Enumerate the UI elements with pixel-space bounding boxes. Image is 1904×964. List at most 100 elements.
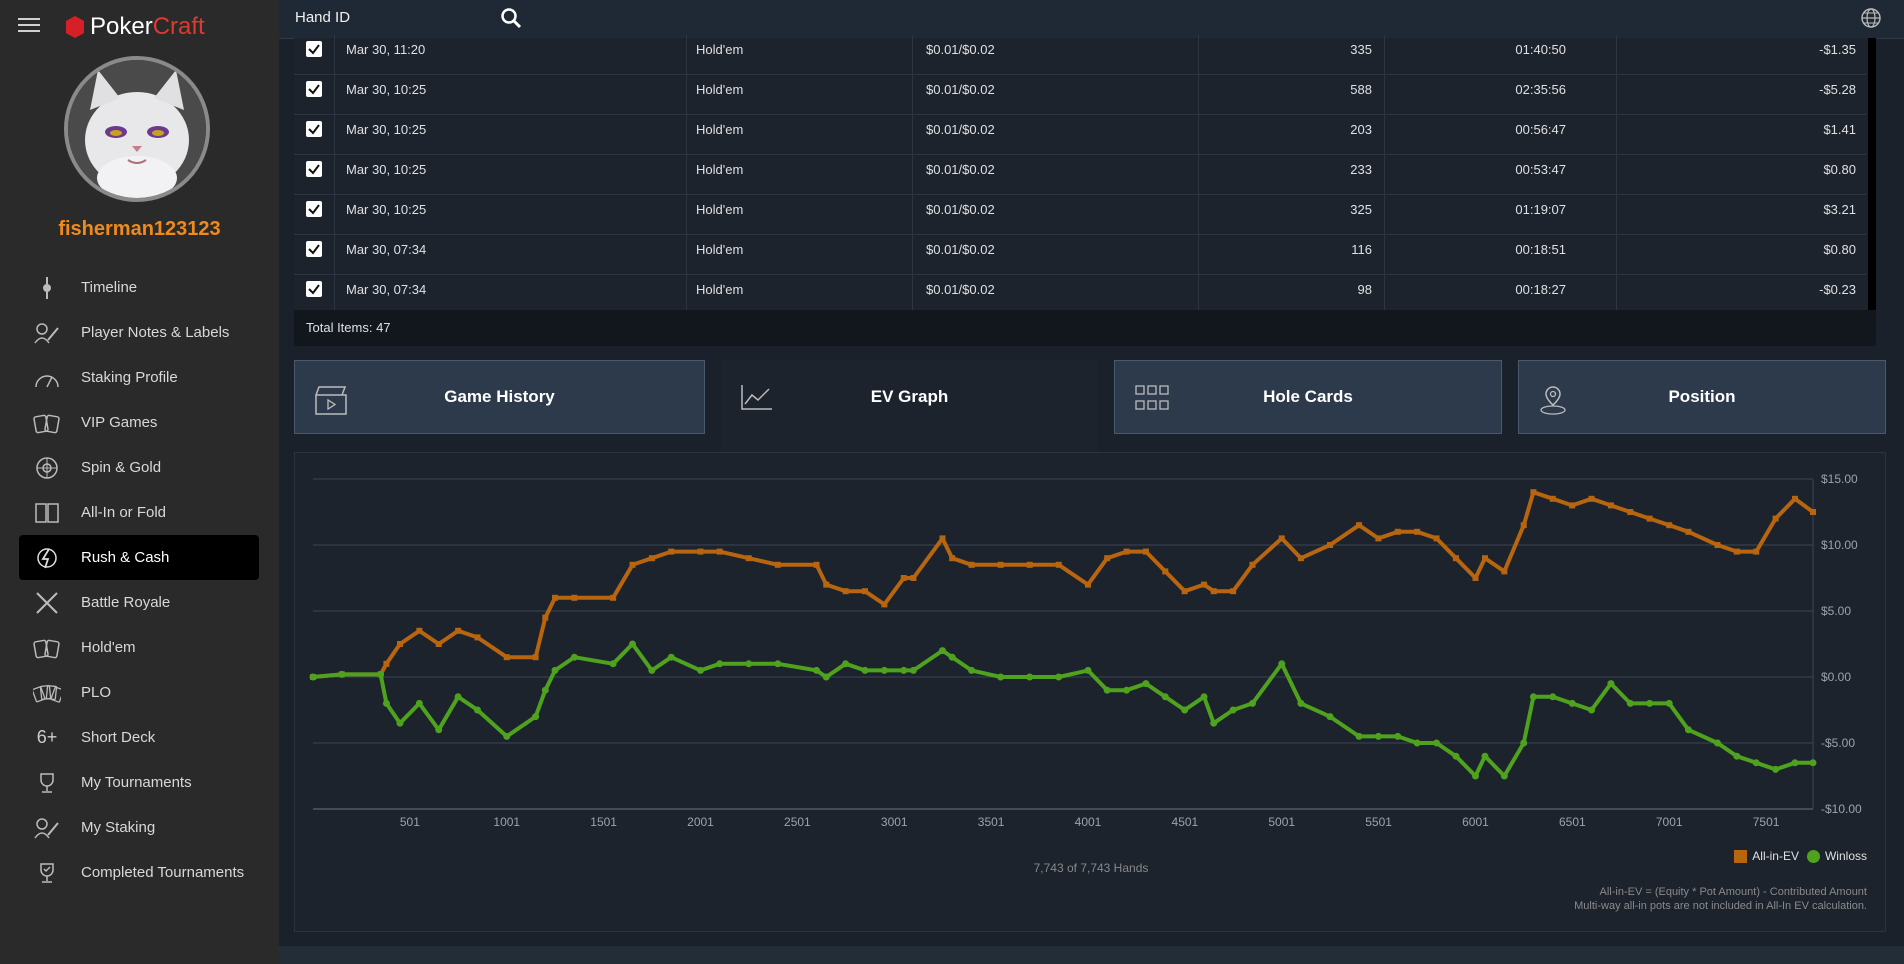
sidebar-item-label: My Staking	[81, 819, 156, 836]
point-winloss	[1297, 699, 1305, 707]
point-allin-ev	[1278, 535, 1285, 542]
hand-id-search-input[interactable]: Hand ID	[295, 9, 350, 26]
legend-label-allin-ev[interactable]: All-in-EV	[1752, 849, 1799, 863]
sidebar-item-my-tournaments[interactable]: My Tournaments	[19, 760, 259, 805]
row-checkbox[interactable]	[306, 41, 322, 57]
point-allin-ev	[1104, 555, 1111, 562]
sidebar-item-timeline[interactable]: Timeline	[19, 265, 259, 310]
completed-trophy-icon	[33, 861, 61, 885]
cell-game: Hold'em	[696, 162, 744, 177]
point-winloss	[1713, 739, 1721, 747]
point-winloss	[1607, 680, 1615, 688]
table-row[interactable]: Mar 30, 07:34 Hold'em $0.01/$0.02 116 00:18:…	[294, 235, 1866, 275]
point-winloss	[1084, 666, 1092, 674]
my-staking-icon	[33, 816, 61, 840]
row-checkbox[interactable]	[306, 241, 322, 257]
point-winloss	[880, 666, 888, 674]
sidebar-item-short-deck[interactable]: 6+ Short Deck	[19, 715, 259, 760]
x-tick-label: 6501	[1559, 815, 1586, 829]
row-checkbox[interactable]	[306, 201, 322, 217]
game-history-icon	[315, 385, 347, 420]
search-icon[interactable]	[500, 7, 522, 34]
point-allin-ev	[1249, 561, 1256, 568]
sidebar-item-rush-cash[interactable]: Rush & Cash	[19, 535, 259, 580]
legend-label-winloss[interactable]: Winloss	[1825, 849, 1867, 863]
point-allin-ev	[1753, 548, 1760, 555]
tab-position[interactable]: Position	[1518, 360, 1886, 434]
point-allin-ev	[1530, 489, 1537, 496]
point-winloss	[696, 666, 704, 674]
point-winloss	[503, 732, 511, 740]
point-allin-ev	[571, 594, 578, 601]
point-allin-ev	[774, 561, 781, 568]
sidebar-item-vip-games[interactable]: VIP Games	[19, 400, 259, 445]
sidebar-item-plo[interactable]: PLO	[19, 670, 259, 715]
point-allin-ev	[1201, 581, 1208, 588]
table-row[interactable]: Mar 30, 10:25 Hold'em $0.01/$0.02 325 01:19:…	[294, 195, 1866, 235]
tab-hole-cards[interactable]: Hole Cards	[1114, 360, 1502, 434]
table-row[interactable]: Mar 30, 10:25 Hold'em $0.01/$0.02 233 00:53:…	[294, 155, 1866, 195]
point-winloss	[1481, 752, 1489, 760]
sidebar-item-label: Spin & Gold	[81, 459, 162, 476]
cell-result: -$0.23	[1819, 282, 1856, 297]
point-allin-ev	[1375, 535, 1382, 542]
sidebar-item-battle-royale[interactable]: Battle Royale	[19, 580, 259, 625]
cell-result: $0.80	[1823, 242, 1856, 257]
table-scrollbar[interactable]	[1868, 38, 1876, 310]
cell-result: -$1.35	[1819, 42, 1856, 57]
point-allin-ev	[1414, 528, 1421, 535]
point-allin-ev	[900, 575, 907, 581]
sidebar-item-allin-fold[interactable]: All-In or Fold	[19, 490, 259, 535]
point-winloss	[968, 666, 976, 674]
point-winloss	[1684, 726, 1692, 734]
point-allin-ev	[1181, 588, 1188, 595]
table-row[interactable]: Mar 30, 07:34 Hold'em $0.01/$0.02 98 00:18:2…	[294, 275, 1866, 315]
row-checkbox[interactable]	[306, 161, 322, 177]
top-bar: Hand ID	[279, 0, 1904, 39]
tab-game-history[interactable]: Game History	[294, 360, 705, 434]
cat-avatar-icon	[68, 60, 206, 198]
point-winloss	[1374, 732, 1382, 740]
globe-icon[interactable]	[1860, 7, 1882, 34]
cell-stakes: $0.01/$0.02	[926, 162, 995, 177]
x-tick-label: 7501	[1753, 815, 1780, 829]
table-row[interactable]: Mar 30, 11:20 Hold'em $0.01/$0.02 335 01:40:…	[294, 35, 1866, 75]
tab-ev-graph[interactable]: EV Graph	[721, 360, 1098, 452]
point-winloss	[1626, 699, 1634, 707]
sidebar-item-my-staking[interactable]: My Staking	[19, 805, 259, 850]
series-line-winloss	[312, 642, 1813, 778]
point-allin-ev	[1055, 561, 1062, 568]
ev-footnote: All-in-EV = (Equity * Pot Amount) - Cont…	[1574, 885, 1867, 913]
point-winloss	[1568, 699, 1576, 707]
sidebar-item-holdem[interactable]: Hold'em	[19, 625, 259, 670]
ev-line-chart[interactable]: $15.00 $10.00 $5.00 $0.00 -$5.00 -$10.00 501 10…	[295, 453, 1885, 843]
sidebar-item-spin-gold[interactable]: Spin & Gold	[19, 445, 259, 490]
point-allin-ev	[610, 594, 617, 601]
sidebar-item-label: Timeline	[81, 279, 138, 296]
sidebar-item-completed-tournaments[interactable]: Completed Tournaments	[19, 850, 259, 895]
sidebar-item-label: Rush & Cash	[81, 549, 170, 566]
point-winloss	[1026, 673, 1034, 681]
cell-date: Mar 30, 10:25	[346, 202, 427, 217]
sidebar-item-player-notes[interactable]: Player Notes & Labels	[19, 310, 259, 355]
ev-graph-icon	[741, 384, 773, 415]
total-items-label: Total Items: 47	[306, 320, 391, 335]
point-winloss	[774, 660, 782, 668]
table-row[interactable]: Mar 30, 10:25 Hold'em $0.01/$0.02 588 02:35:…	[294, 75, 1866, 115]
point-winloss	[900, 666, 908, 674]
y-tick-label: $15.00	[1821, 472, 1858, 486]
short-deck-icon: 6+	[36, 727, 58, 747]
point-winloss	[1055, 673, 1063, 681]
x-tick-label: 4501	[1172, 815, 1199, 829]
point-allin-ev	[861, 588, 868, 595]
avatar[interactable]	[64, 56, 210, 202]
row-checkbox[interactable]	[306, 121, 322, 137]
row-checkbox[interactable]	[306, 81, 322, 97]
table-row[interactable]: Mar 30, 10:25 Hold'em $0.01/$0.02 203 00:56:…	[294, 115, 1866, 155]
hamburger-menu-icon[interactable]	[18, 18, 40, 36]
sidebar-item-staking-profile[interactable]: Staking Profile	[19, 355, 259, 400]
row-checkbox[interactable]	[306, 281, 322, 297]
cell-hands: 588	[1350, 82, 1372, 97]
x-tick-label: 5501	[1365, 815, 1392, 829]
x-tick-label: 6001	[1462, 815, 1489, 829]
